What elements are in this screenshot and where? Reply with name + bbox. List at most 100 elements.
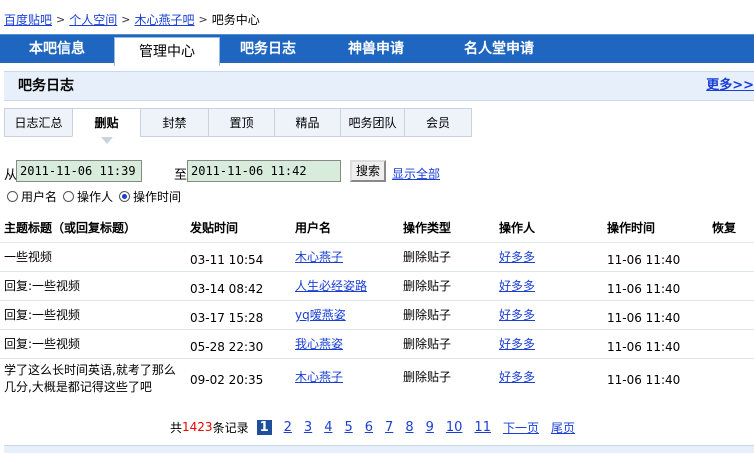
page-link[interactable]: 8 bbox=[405, 420, 413, 435]
panel-header: 吧务日志 更多>> bbox=[4, 71, 754, 101]
subtab-pin[interactable]: 置顶 bbox=[208, 108, 274, 137]
record-count: 1423 bbox=[182, 420, 213, 434]
cell-post-time: 03-14 08:42 bbox=[190, 282, 264, 296]
tab-hall-of-fame-apply[interactable]: 名人堂申请 bbox=[444, 35, 554, 63]
page-link[interactable]: 4 bbox=[324, 420, 332, 435]
cell-user-link[interactable]: 木心燕子 bbox=[295, 249, 343, 266]
radio-operation-time[interactable]: 操作时间 bbox=[119, 188, 181, 205]
table-row: 回复:一些视频 05-28 22:30 我心燕姿 删除贴子 好多多 11-06 … bbox=[0, 330, 754, 359]
cell-post-time: 05-28 22:30 bbox=[190, 340, 264, 354]
header-restore: 恢复 bbox=[712, 221, 737, 235]
next-page-link[interactable]: 下一页 bbox=[503, 419, 539, 436]
filter-bar: 从 至 搜索 显示全部 bbox=[4, 160, 754, 184]
breadcrumb-separator: > bbox=[56, 12, 66, 26]
radio-operator[interactable]: 操作人 bbox=[63, 188, 113, 205]
breadcrumb: 百度贴吧 > 个人空间 > 木心燕子吧 > 吧务中心 bbox=[4, 10, 260, 28]
cell-operator-link[interactable]: 好多多 bbox=[499, 369, 535, 386]
header-post-time: 发贴时间 bbox=[190, 221, 239, 235]
record-count-suffix: 条记录 bbox=[212, 420, 249, 435]
cell-op-time: 11-06 11:40 bbox=[607, 373, 681, 387]
page-link[interactable]: 7 bbox=[385, 420, 393, 435]
last-page-link[interactable]: 尾页 bbox=[551, 419, 575, 436]
radio-username[interactable]: 用户名 bbox=[7, 188, 57, 205]
cell-operator-link[interactable]: 好多多 bbox=[499, 278, 535, 295]
search-button[interactable]: 搜索 bbox=[350, 160, 386, 182]
sub-tabs: 日志汇总 删贴 封禁 置顶 精品 吧务团队 会员 bbox=[4, 108, 472, 144]
breadcrumb-current: 吧务中心 bbox=[211, 12, 260, 27]
tab-admin-log[interactable]: 吧务日志 bbox=[220, 35, 316, 63]
page-link[interactable]: 5 bbox=[344, 420, 352, 435]
cell-title: 回复:一些视频 bbox=[4, 279, 81, 293]
breadcrumb-separator: > bbox=[121, 12, 131, 26]
radio-label: 操作时间 bbox=[133, 189, 182, 204]
record-count-prefix: 共 bbox=[170, 420, 183, 435]
page-link[interactable]: 11 bbox=[474, 420, 491, 435]
table-row: 回复:一些视频 03-17 15:28 yq嗳燕姿 删除贴子 好多多 11-06… bbox=[0, 301, 754, 330]
cell-user-link[interactable]: 我心燕姿 bbox=[295, 336, 343, 353]
breadcrumb-link-tieba[interactable]: 百度贴吧 bbox=[4, 11, 52, 28]
header-title: 主题标题（或回复标题） bbox=[4, 221, 137, 235]
main-nav: 本吧信息 管理中心 吧务日志 神兽申请 名人堂申请 bbox=[0, 34, 754, 66]
cell-operator-link[interactable]: 好多多 bbox=[499, 336, 535, 353]
subtab-ban[interactable]: 封禁 bbox=[140, 108, 208, 137]
cell-op-time: 11-06 11:40 bbox=[607, 253, 681, 267]
cell-title: 回复:一些视频 bbox=[4, 308, 81, 322]
show-all-link[interactable]: 显示全部 bbox=[392, 165, 440, 182]
pagination: 共 1423 条记录 1 2 3 4 5 6 7 8 9 10 11 下一页 尾… bbox=[170, 418, 575, 436]
cell-user-link[interactable]: 木心燕子 bbox=[295, 369, 343, 386]
table-row: 学了这么长时间英语,就考了那么几分,大概是都记得这些了吧 09-02 20:35… bbox=[0, 359, 754, 399]
breadcrumb-link-personal-space[interactable]: 个人空间 bbox=[69, 11, 117, 28]
tab-beast-apply[interactable]: 神兽申请 bbox=[328, 35, 424, 63]
cell-user-link[interactable]: yq嗳燕姿 bbox=[295, 307, 346, 324]
cell-title: 回复:一些视频 bbox=[4, 337, 81, 351]
subtab-delete-post[interactable]: 删贴 bbox=[72, 108, 140, 144]
cell-op-time: 11-06 11:40 bbox=[607, 311, 681, 325]
radio-label: 用户名 bbox=[21, 189, 58, 204]
cell-op-time: 11-06 11:40 bbox=[607, 340, 681, 354]
cell-post-time: 03-11 10:54 bbox=[190, 253, 264, 267]
header-op-type: 操作类型 bbox=[403, 221, 452, 235]
page-link[interactable]: 6 bbox=[365, 420, 373, 435]
cell-title: 一些视频 bbox=[4, 250, 53, 264]
more-link[interactable]: 更多>> bbox=[706, 72, 754, 100]
filter-type-radios: 用户名 操作人 操作时间 bbox=[7, 187, 187, 205]
page-current: 1 bbox=[256, 419, 272, 435]
cell-op-type: 删除贴子 bbox=[403, 250, 452, 264]
tab-management-center[interactable]: 管理中心 bbox=[114, 37, 220, 66]
tab-forum-info[interactable]: 本吧信息 bbox=[0, 35, 114, 63]
cell-op-type: 删除贴子 bbox=[403, 308, 452, 322]
page-link[interactable]: 9 bbox=[426, 420, 434, 435]
breadcrumb-separator: > bbox=[198, 12, 208, 26]
table-row: 一些视频 03-11 10:54 木心燕子 删除贴子 好多多 11-06 11:… bbox=[0, 243, 754, 272]
subtab-members[interactable]: 会员 bbox=[404, 108, 472, 137]
active-arrow-icon bbox=[100, 137, 113, 144]
to-label: 至 bbox=[174, 168, 188, 183]
table-header-row: 主题标题（或回复标题） 发贴时间 用户名 操作类型 操作人 操作时间 恢复 bbox=[0, 212, 754, 243]
cell-op-time: 11-06 11:40 bbox=[607, 282, 681, 296]
breadcrumb-link-forum[interactable]: 木心燕子吧 bbox=[134, 11, 194, 28]
panel-title: 吧务日志 bbox=[18, 78, 74, 94]
header-username: 用户名 bbox=[295, 221, 332, 235]
radio-label: 操作人 bbox=[77, 189, 114, 204]
cell-op-type: 删除贴子 bbox=[403, 337, 452, 351]
page-link[interactable]: 2 bbox=[284, 420, 292, 435]
radio-circle-icon bbox=[63, 190, 75, 202]
header-op-time: 操作时间 bbox=[607, 221, 656, 235]
subtab-admin-team[interactable]: 吧务团队 bbox=[340, 108, 404, 137]
page-link[interactable]: 10 bbox=[446, 420, 463, 435]
cell-post-time: 03-17 15:28 bbox=[190, 311, 264, 325]
cell-operator-link[interactable]: 好多多 bbox=[499, 307, 535, 324]
to-time-input[interactable] bbox=[187, 160, 341, 182]
radio-checked-icon bbox=[119, 190, 131, 202]
table-row: 回复:一些视频 03-14 08:42 人生必经姿路 删除贴子 好多多 11-0… bbox=[0, 272, 754, 301]
page-link[interactable]: 3 bbox=[304, 420, 312, 435]
radio-circle-icon bbox=[7, 190, 18, 202]
subtab-log-summary[interactable]: 日志汇总 bbox=[4, 108, 72, 137]
cell-op-type: 删除贴子 bbox=[403, 370, 452, 384]
cell-user-link[interactable]: 人生必经姿路 bbox=[295, 278, 367, 295]
from-time-input[interactable] bbox=[16, 160, 142, 182]
subtab-label: 删贴 bbox=[94, 116, 119, 130]
cell-operator-link[interactable]: 好多多 bbox=[499, 249, 535, 266]
subtab-featured[interactable]: 精品 bbox=[274, 108, 340, 137]
cell-title: 学了这么长时间英语,就考了那么几分,大概是都记得这些了吧 bbox=[4, 363, 176, 394]
